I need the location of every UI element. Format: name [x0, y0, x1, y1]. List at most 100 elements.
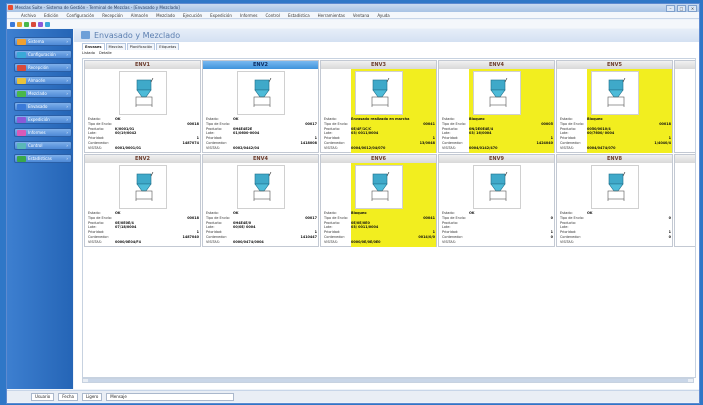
- sidebar-item-label: Sistema: [28, 39, 45, 44]
- sidebar-item-label: Configuración: [28, 52, 56, 57]
- save-icon[interactable]: [24, 21, 29, 27]
- machine-card[interactable]: ENV4 Estado: OK Tipo de Envío: 00017 Producto…: [202, 154, 319, 247]
- refresh-icon[interactable]: [31, 21, 36, 27]
- field-value: 0000/0474/0004: [233, 239, 264, 244]
- print-icon[interactable]: [38, 21, 43, 27]
- card-title: ENV6: [321, 155, 436, 163]
- config-icon: [17, 52, 26, 58]
- maximize-button[interactable]: □: [677, 5, 686, 12]
- horizontal-scrollbar[interactable]: [82, 378, 694, 383]
- minimize-button[interactable]: –: [666, 5, 675, 12]
- card-title: [675, 61, 695, 69]
- subtab[interactable]: Detalle: [99, 51, 112, 55]
- sidebar-item[interactable]: Envasado ›: [14, 102, 72, 111]
- chevron-icon: ›: [66, 52, 68, 57]
- menu-item[interactable]: Configuración: [66, 13, 94, 18]
- sidebar-item-label: Mezclado: [28, 91, 47, 96]
- machine-card-partial[interactable]: [674, 60, 695, 153]
- card-title: ENV8: [557, 155, 672, 163]
- packaging-icon: [81, 31, 90, 39]
- tab[interactable]: Mezclas: [105, 43, 126, 50]
- field-label: VISITAS:: [206, 145, 220, 150]
- field-value: [469, 240, 535, 245]
- field-row: VISITAS:: [442, 240, 553, 245]
- machine-icon: [606, 171, 626, 203]
- field-number: [299, 240, 317, 245]
- field-row: VISITAS: 0002/0442/04: [206, 146, 317, 151]
- sidebar-item[interactable]: Sistema ›: [14, 37, 72, 46]
- field-label: VISITAS:: [560, 239, 574, 244]
- field-number: [653, 240, 671, 245]
- menu-item[interactable]: Herramientas: [318, 13, 345, 18]
- card-title: ENV2: [85, 155, 200, 163]
- mixing-icon: [17, 91, 26, 97]
- menu-item[interactable]: Ventana: [353, 13, 369, 18]
- close-button[interactable]: ×: [688, 5, 697, 12]
- open-icon[interactable]: [17, 21, 22, 27]
- menu-item[interactable]: Expedición: [210, 13, 232, 18]
- menu-item[interactable]: Ejecución: [183, 13, 202, 18]
- machine-card[interactable]: ENV8 Estado: OK Tipo de Envío: 0 Producto: Lot…: [556, 154, 673, 247]
- machine-card[interactable]: ENV3 Estado: Envasado realizado en marcha T…: [320, 60, 437, 153]
- machine-icon: [134, 171, 154, 203]
- menu-item[interactable]: Ayuda: [377, 13, 389, 18]
- field-label: VISITAS:: [88, 145, 102, 150]
- sidebar-item-label: Estadísticas: [28, 156, 52, 161]
- machine-card-partial[interactable]: [674, 154, 695, 247]
- sidebar-item[interactable]: Mezclado ›: [14, 89, 72, 98]
- sidebar-item[interactable]: Control ›: [14, 141, 72, 150]
- machine-icon: [488, 77, 508, 109]
- field-row: VISITAS: 0004/0474/070: [560, 146, 671, 151]
- tab[interactable]: Etiquetas: [156, 43, 180, 50]
- stats-icon: [17, 156, 26, 162]
- machine-card[interactable]: ENV1 Estado: OK Tipo de Envío: 00018 Producto…: [84, 60, 201, 153]
- field-number: [653, 146, 671, 151]
- sidebar-item[interactable]: Estadísticas ›: [14, 154, 72, 163]
- menu-bar: Archivo Edición Configuración Recepción Alma…: [7, 12, 699, 19]
- chevron-icon: ›: [66, 156, 68, 161]
- machine-image: [473, 165, 521, 209]
- field-value: 0004/0012/04/070: [351, 145, 386, 150]
- card-title: ENV5: [557, 61, 672, 69]
- field-number: [535, 146, 553, 151]
- machine-card[interactable]: ENV9 Estado: OK Tipo de Envío: 0 Producto: Lot…: [438, 154, 555, 247]
- page-title: Envasado y Mezclado: [94, 31, 181, 40]
- machine-card[interactable]: ENV2 Estado: OK Tipo de Envío: 00017 Producto…: [202, 60, 319, 153]
- field-label: VISITAS:: [442, 145, 456, 150]
- help-icon[interactable]: [45, 21, 50, 27]
- tab[interactable]: Planificación: [126, 43, 156, 50]
- menu-item[interactable]: Archivo: [21, 13, 36, 18]
- new-icon[interactable]: [10, 21, 15, 27]
- menu-item[interactable]: Almacén: [131, 13, 148, 18]
- subtab[interactable]: Listado: [82, 51, 95, 55]
- sidebar-item[interactable]: Recepción ›: [14, 63, 72, 72]
- menu-item[interactable]: Recepción: [102, 13, 123, 18]
- chevron-icon: ›: [66, 65, 68, 70]
- sidebar-item[interactable]: Almacén ›: [14, 76, 72, 85]
- menu-item[interactable]: Control: [266, 13, 280, 18]
- card-fields: Estado: Envasado realizado en marcha Tipo …: [324, 117, 435, 151]
- menu-item[interactable]: Mezclado: [156, 13, 175, 18]
- sidebar-item[interactable]: Informes ›: [14, 128, 72, 137]
- card-fields: Estado: OK Tipo de Envío: 00018 Producto: 0E/…: [88, 211, 199, 245]
- chevron-icon: ›: [66, 39, 68, 44]
- machine-card[interactable]: ENV4 Estado: Bloqueo Tipo de Envío: 00005 Pro…: [438, 60, 555, 153]
- field-row: VISITAS: 0000/0474/0004: [206, 240, 317, 245]
- menu-item[interactable]: Informes: [240, 13, 258, 18]
- card-title: ENV2: [203, 61, 318, 69]
- scrollbar-thumb[interactable]: [88, 379, 688, 382]
- menu-item[interactable]: Edición: [44, 13, 58, 18]
- machine-image: [591, 71, 639, 115]
- field-row: VISITAS:: [560, 240, 671, 245]
- machine-card[interactable]: ENV5 Estado: Bloqueo Tipo de Envío: 00018 Pro…: [556, 60, 673, 153]
- status-field: Fecha: [58, 392, 78, 401]
- sidebar-item[interactable]: Configuración ›: [14, 50, 72, 59]
- sidebar-item[interactable]: Expedición ›: [14, 115, 72, 124]
- machine-card[interactable]: ENV2 Estado: OK Tipo de Envío: 00018 Producto…: [84, 154, 201, 247]
- tab[interactable]: Envases: [82, 43, 105, 50]
- machine-card[interactable]: ENV6 Estado: Bloqueo Tipo de Envío: 00041 Pro…: [320, 154, 437, 247]
- field-label: VISITAS:: [324, 145, 338, 150]
- menu-item[interactable]: Estadística: [288, 13, 310, 18]
- status-field: Mensaje: [106, 392, 235, 401]
- reception-icon: [17, 65, 26, 71]
